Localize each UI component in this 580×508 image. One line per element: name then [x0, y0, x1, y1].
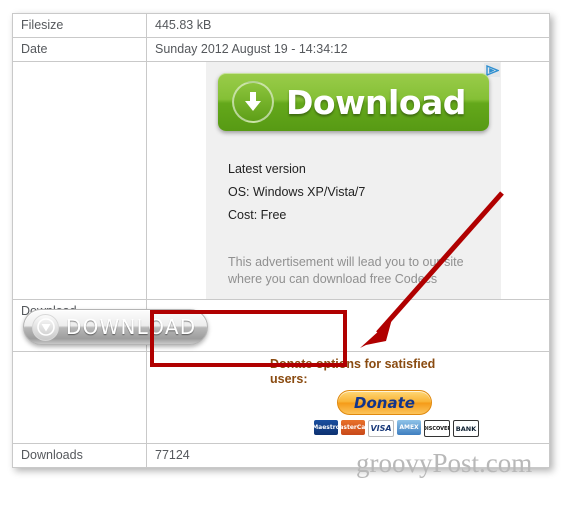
site-watermark: groovyPost.com	[356, 448, 533, 478]
ad-cost-text: Cost: Free	[228, 208, 287, 222]
advertisement-panel[interactable]: Download Latest version OS: Windows XP/V…	[206, 62, 501, 299]
donate-heading: Donate options for satisfied users:	[270, 357, 436, 386]
table-row-date: Date Sunday 2012 August 19 - 14:34:12	[13, 38, 549, 62]
ad-disclaimer-text: This advertisement will lead you to our …	[228, 255, 464, 286]
downloads-label: Downloads	[13, 444, 147, 467]
table-row-filesize: Filesize 445.83 kB	[13, 14, 549, 38]
download-button-label: DOWNLOAD	[66, 314, 197, 339]
ad-latest-version-text: Latest version	[228, 162, 306, 176]
date-label: Date	[13, 38, 147, 61]
ad-os-text: OS: Windows XP/Vista/7	[228, 185, 366, 199]
donate-row-empty-label	[13, 352, 147, 443]
discover-card-icon: DISCOVER	[424, 420, 450, 437]
download-arrow-icon	[232, 81, 274, 123]
table-row-advertisement: Download Latest version OS: Windows XP/V…	[13, 62, 549, 300]
amex-card-icon: AMEX	[397, 420, 421, 435]
table-row-donate: Donate options for satisfied users: Dona…	[13, 352, 549, 444]
ad-download-button-label: Download	[286, 82, 466, 122]
date-value: Sunday 2012 August 19 - 14:34:12	[155, 42, 348, 56]
ad-download-button[interactable]: Download	[218, 73, 489, 131]
table-row-download: Download DOWNLOAD	[13, 300, 549, 352]
page-root: Filesize 445.83 kB Date Sunday 2012 Augu…	[0, 0, 580, 508]
donate-section: Donate options for satisfied users: Dona…	[206, 352, 501, 444]
filesize-value: 445.83 kB	[155, 18, 212, 32]
ad-row-empty-label	[13, 62, 147, 299]
donate-button-label: Donate	[354, 393, 415, 412]
mastercard-card-icon: MasterCard	[341, 420, 365, 435]
filesize-label: Filesize	[13, 14, 147, 37]
maestro-card-icon: Maestro	[314, 420, 338, 435]
download-triangle-icon	[32, 313, 59, 341]
download-cell: DOWNLOAD	[23, 300, 549, 351]
file-info-table: Filesize 445.83 kB Date Sunday 2012 Augu…	[12, 13, 550, 468]
payment-cards-list: Maestro MasterCard VISA AMEX DISCOVER BA…	[314, 420, 479, 437]
download-button[interactable]: DOWNLOAD	[23, 309, 208, 345]
visa-card-icon: VISA	[368, 420, 394, 437]
bank-card-icon: BANK	[453, 420, 479, 437]
donate-button[interactable]: Donate	[337, 390, 432, 415]
